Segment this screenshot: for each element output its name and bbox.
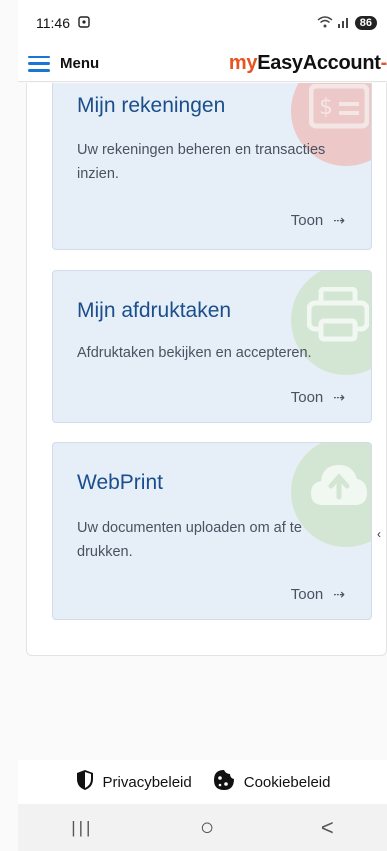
arrow-right-icon: ⇢	[333, 586, 345, 602]
card-description: Uw documenten uploaden om af te drukken.	[77, 520, 302, 560]
toon-link[interactable]: Toon ⇢	[291, 212, 345, 229]
arrow-right-icon: ⇢	[333, 389, 345, 405]
toon-label: Toon	[290, 586, 324, 603]
app-header: Menu myEasyAccount-	[18, 46, 387, 82]
menu-button[interactable]: Menu	[28, 55, 99, 72]
card-description: Uw rekeningen beheren en transacties inz…	[77, 142, 326, 182]
card-mijn-rekeningen[interactable]: $ Mijn rekeningen Uw rekeningen beheren …	[52, 83, 372, 250]
system-nav-bar: ||| ○ <	[18, 804, 387, 851]
card-title: WebPrint	[77, 471, 163, 494]
back-button[interactable]: <	[321, 815, 334, 841]
battery-indicator: 86	[354, 16, 377, 30]
wifi-icon	[317, 15, 333, 31]
toon-label: Toon	[290, 389, 324, 406]
cookie-icon	[212, 769, 236, 795]
toon-link[interactable]: Toon ⇢	[291, 389, 345, 406]
card-title: Mijn rekeningen	[77, 94, 226, 117]
privacy-label: Privacybeleid	[102, 773, 192, 791]
brand-name: EasyAccount	[257, 52, 381, 74]
card-description: Afdruktaken bekijken en accepteren.	[77, 345, 312, 361]
toon-link[interactable]: Toon ⇢	[291, 586, 345, 603]
menu-label: Menu	[60, 55, 100, 72]
card-webprint[interactable]: WebPrint Uw documenten uploaden om af te…	[52, 442, 372, 620]
scroll-edge-indicator: ‹	[377, 527, 381, 541]
shield-icon	[75, 769, 95, 795]
card-title: Mijn afdruktaken	[77, 299, 232, 322]
brand-dash: -	[380, 52, 387, 74]
recents-button[interactable]: |||	[71, 818, 93, 838]
status-time: 11:46	[36, 15, 70, 31]
home-button[interactable]: ○	[200, 814, 215, 842]
privacy-link[interactable]: Privacybeleid	[75, 769, 192, 795]
cards-panel: $ Mijn rekeningen Uw rekeningen beheren …	[26, 83, 387, 656]
signal-icon	[337, 16, 351, 31]
brand-my: my	[228, 52, 258, 74]
arrow-right-icon: ⇢	[333, 212, 345, 228]
brand-logo[interactable]: myEasyAccount-	[229, 52, 387, 75]
hamburger-icon	[28, 55, 50, 72]
status-bar: 11:46 86	[18, 0, 387, 46]
svg-text:$: $	[319, 95, 333, 120]
phone-screen: 11:46 86 Menu myEasyAccount- $ Mijn reke…	[0, 0, 387, 851]
cookie-link[interactable]: Cookiebeleid	[212, 769, 331, 795]
screenshot-icon	[78, 15, 90, 31]
main-content: $ Mijn rekeningen Uw rekeningen beheren …	[18, 83, 387, 783]
toon-label: Toon	[290, 212, 324, 229]
card-mijn-afdruktaken[interactable]: Mijn afdruktaken Afdruktaken bekijken en…	[52, 270, 372, 423]
footer: Privacybeleid Cookiebeleid	[18, 760, 387, 804]
cookie-label: Cookiebeleid	[243, 773, 331, 791]
